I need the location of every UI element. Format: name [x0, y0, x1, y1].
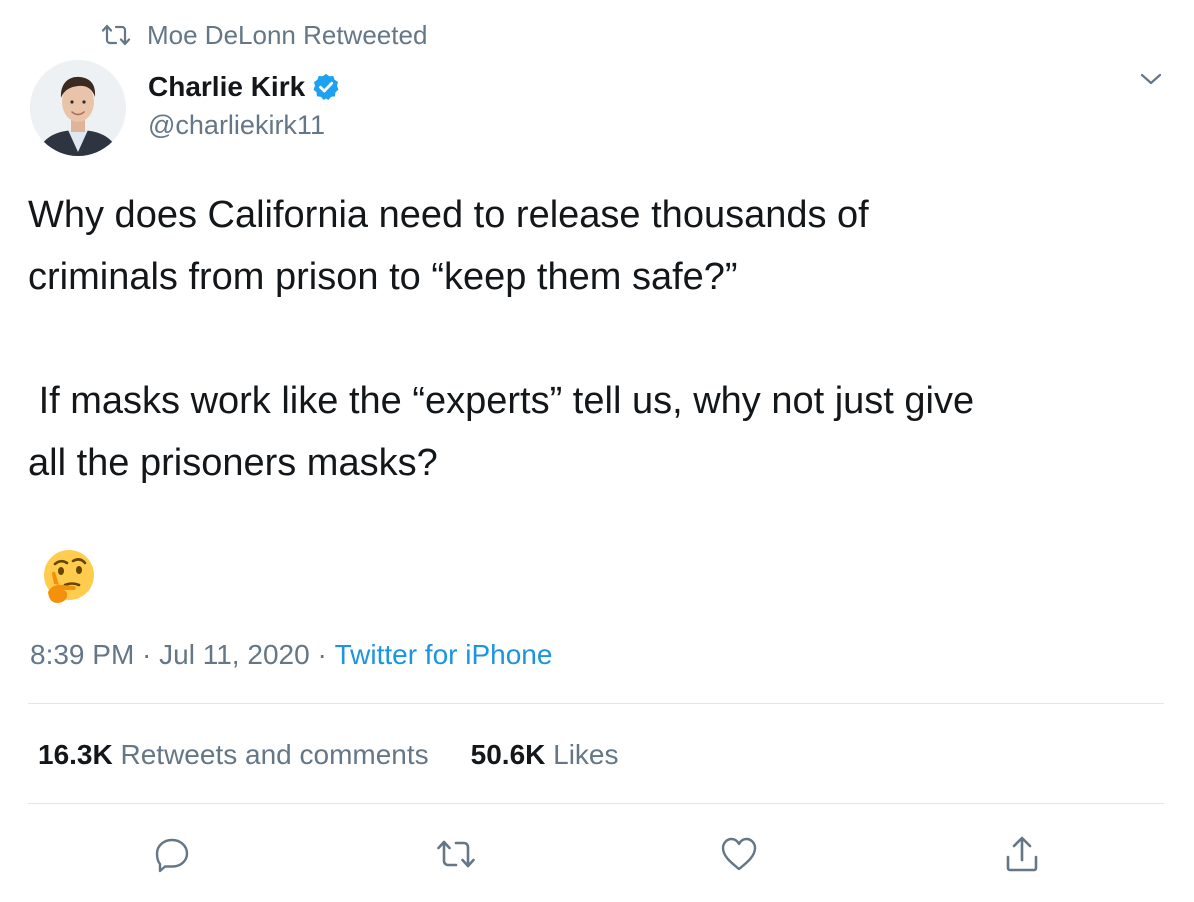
display-name[interactable]: Charlie Kirk — [148, 71, 305, 103]
share-button[interactable] — [1002, 834, 1042, 874]
likes-count: 50.6K — [470, 739, 546, 770]
tweet-stats: 16.3K Retweets and comments 50.6K Likes — [38, 736, 619, 774]
avatar-image — [30, 60, 126, 156]
retweets-stat[interactable]: 16.3K Retweets and comments — [38, 739, 429, 771]
retweet-icon — [437, 840, 475, 868]
tweet-time[interactable]: 8:39 PM — [30, 639, 134, 671]
author-name-row: Charlie Kirk — [148, 68, 341, 106]
retweets-label: Retweets and comments — [120, 739, 429, 770]
retweet-icon — [101, 24, 131, 46]
tweet-source-link[interactable]: Twitter for iPhone — [335, 639, 553, 671]
reply-icon — [155, 838, 189, 873]
divider — [28, 803, 1164, 804]
tweet-meta: 8:39 PM · Jul 11, 2020 · Twitter for iPh… — [30, 636, 552, 674]
like-icon — [721, 837, 757, 871]
reply-button[interactable] — [152, 834, 192, 874]
tweet-text: Why does California need to release thou… — [28, 194, 975, 484]
likes-label-space — [545, 739, 553, 771]
retweets-count: 16.3K — [38, 739, 113, 770]
share-icon — [1006, 836, 1038, 872]
like-button[interactable] — [719, 834, 759, 874]
divider — [28, 703, 1164, 704]
likes-stat[interactable]: 50.6K Likes — [471, 739, 619, 771]
author-block[interactable]: Charlie Kirk @charliekirk11 — [148, 68, 341, 141]
chevron-down-icon[interactable] — [1138, 66, 1164, 92]
retweets-label-space — [113, 739, 121, 771]
retweet-context-text: Moe DeLonn Retweeted — [147, 19, 428, 50]
retweet-button[interactable] — [436, 834, 476, 874]
handle[interactable]: @charliekirk11 — [148, 110, 341, 141]
meta-separator: · — [309, 639, 335, 670]
thinking-face-emoji — [44, 550, 94, 603]
verified-badge-icon — [313, 73, 339, 100]
avatar[interactable] — [30, 60, 126, 156]
retweet-context[interactable]: Moe DeLonn Retweeted — [101, 18, 427, 52]
meta-separator: · — [134, 639, 160, 670]
tweet-date[interactable]: Jul 11, 2020 — [159, 639, 310, 671]
likes-label: Likes — [553, 739, 619, 770]
